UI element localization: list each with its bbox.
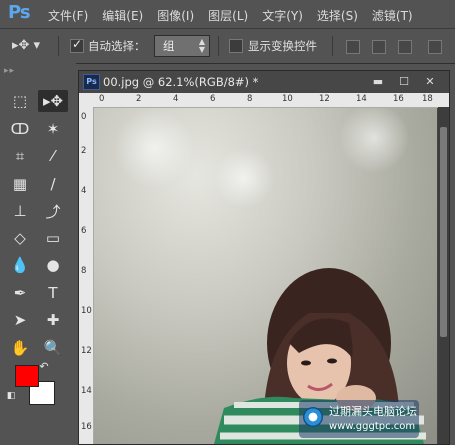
ruler-tick-label: 14 (356, 94, 367, 104)
divider (218, 36, 219, 56)
auto-select-checkbox[interactable] (70, 37, 84, 53)
gradient-tool-icon[interactable]: ▭ (38, 227, 68, 249)
menu-bar: Ps 文件(F) 编辑(E) 图像(I) 图层(L) 文字(Y) 选择(S) 滤… (0, 0, 455, 28)
custom-shape-tool-icon[interactable]: ✚ (38, 309, 68, 331)
auto-select-dropdown[interactable]: 组 ▲ ▼ (154, 35, 210, 57)
path-selection-tool-icon[interactable]: ➤ (5, 309, 35, 331)
brush-tool-icon[interactable]: ∕ (38, 173, 68, 195)
ruler-tick-label: 6 (81, 226, 87, 236)
vertical-ruler[interactable]: 0 2 4 6 8 10 12 14 16 (79, 107, 94, 444)
show-transform-checkbox[interactable] (229, 39, 243, 53)
menu-layer[interactable]: 图层(L) (208, 7, 248, 24)
maximize-icon[interactable]: ☐ (391, 71, 417, 91)
divider (332, 36, 333, 56)
clone-stamp-tool-icon[interactable]: ⊥ (5, 200, 35, 222)
menu-file[interactable]: 文件(F) (48, 7, 88, 24)
photoshop-logo: Ps (8, 2, 31, 23)
ruler-tick-label: 16 (81, 422, 92, 432)
image-canvas[interactable]: 过期漏头电脑论坛 www.gggtpc.com (94, 108, 437, 444)
panel-grip-icon[interactable]: ▸▸ (4, 66, 15, 76)
ruler-tick-label: 2 (136, 94, 142, 104)
watermark-title: 过期漏头电脑论坛 (329, 405, 417, 418)
ruler-tick-label: 0 (99, 94, 105, 104)
divider (58, 36, 59, 56)
main-menu: 文件(F) 编辑(E) 图像(I) 图层(L) 文字(Y) 选择(S) 滤镜(T… (48, 7, 427, 24)
align-left-icon[interactable] (428, 40, 442, 54)
menu-type[interactable]: 文字(Y) (262, 7, 303, 24)
align-vertical-center-icon[interactable] (372, 40, 386, 54)
hand-tool-icon[interactable]: ✋ (5, 337, 35, 359)
menu-select[interactable]: 选择(S) (317, 7, 358, 24)
watermark-url: www.gggtpc.com (329, 421, 416, 432)
ruler-tick-label: 8 (247, 94, 253, 104)
default-colors-icon[interactable]: ◧ (4, 385, 18, 407)
auto-select-value: 组 (163, 39, 175, 53)
pen-tool-icon[interactable]: ✒ (5, 282, 35, 304)
align-bottom-icon[interactable] (398, 40, 412, 54)
ruler-tick-label: 4 (81, 186, 87, 196)
document-title: 00.jpg @ 62.1%(RGB/8#) * (103, 75, 259, 89)
ruler-tick-label: 10 (81, 306, 92, 316)
crop-tool-icon[interactable]: ⌗ (5, 145, 35, 167)
ruler-tick-label: 6 (210, 94, 216, 104)
minimize-icon[interactable]: ▬ (365, 71, 391, 91)
ruler-tick-label: 4 (173, 94, 179, 104)
move-tool-icon[interactable]: ▸✥ (38, 90, 68, 112)
ruler-tick-label: 16 (393, 94, 404, 104)
document-window: Ps 00.jpg @ 62.1%(RGB/8#) * ▬ ☐ ✕ 0 2 4 … (78, 70, 450, 445)
ruler-tick-label: 12 (319, 94, 330, 104)
watermark-logo-icon (303, 407, 323, 427)
marquee-tool-icon[interactable]: ⬚ (5, 90, 35, 112)
window-controls: ▬ ☐ ✕ (365, 71, 443, 91)
ruler-tick-label: 0 (81, 112, 87, 122)
scrollbar-thumb[interactable] (440, 127, 447, 337)
lasso-tool-icon[interactable]: ↀ (5, 118, 35, 140)
document-title-bar[interactable]: Ps 00.jpg @ 62.1%(RGB/8#) * ▬ ☐ ✕ (79, 71, 449, 93)
auto-select-label: 自动选择： (88, 39, 146, 53)
ruler-tick-label: 2 (81, 146, 87, 156)
options-bar: ▸✥ ▾ 自动选择： 组 ▲▼ 显示变换控件 (0, 28, 455, 64)
site-watermark: 过期漏头电脑论坛 www.gggtpc.com (299, 400, 419, 438)
ruler-tick-label: 14 (81, 386, 92, 396)
ps-document-icon: Ps (83, 74, 100, 90)
menu-image[interactable]: 图像(I) (157, 7, 194, 24)
ruler-tick-label: 10 (282, 94, 293, 104)
eyedropper-tool-icon[interactable]: ⁄ (38, 145, 68, 167)
magic-wand-tool-icon[interactable]: ✶ (38, 118, 68, 140)
history-brush-tool-icon[interactable]: ⤴ (38, 200, 68, 222)
healing-brush-tool-icon[interactable]: ▦ (5, 173, 35, 195)
dropdown-arrows-icon: ▲ ▼ (198, 37, 205, 54)
ruler-tick-label: 12 (81, 346, 92, 356)
align-top-icon[interactable] (346, 40, 360, 54)
dodge-tool-icon[interactable]: ● (38, 254, 68, 276)
menu-filter[interactable]: 滤镜(T) (372, 7, 413, 24)
ruler-tick-label: 8 (81, 266, 87, 276)
horizontal-ruler[interactable]: 0 2 4 6 8 10 12 14 16 18 (79, 93, 449, 108)
close-icon[interactable]: ✕ (417, 71, 443, 91)
vertical-scrollbar[interactable] (438, 107, 449, 444)
menu-edit[interactable]: 编辑(E) (102, 7, 143, 24)
foreground-color-swatch[interactable] (15, 365, 39, 387)
blur-tool-icon[interactable]: 💧 (5, 254, 35, 276)
eraser-tool-icon[interactable]: ◇ (5, 227, 35, 249)
move-tool-preset-icon[interactable]: ▸✥ ▾ (12, 38, 40, 53)
type-tool-icon[interactable]: T (38, 282, 68, 304)
photo-of-woman (114, 108, 426, 444)
ruler-tick-label: 18 (422, 94, 433, 104)
show-transform-label: 显示变换控件 (248, 39, 317, 53)
